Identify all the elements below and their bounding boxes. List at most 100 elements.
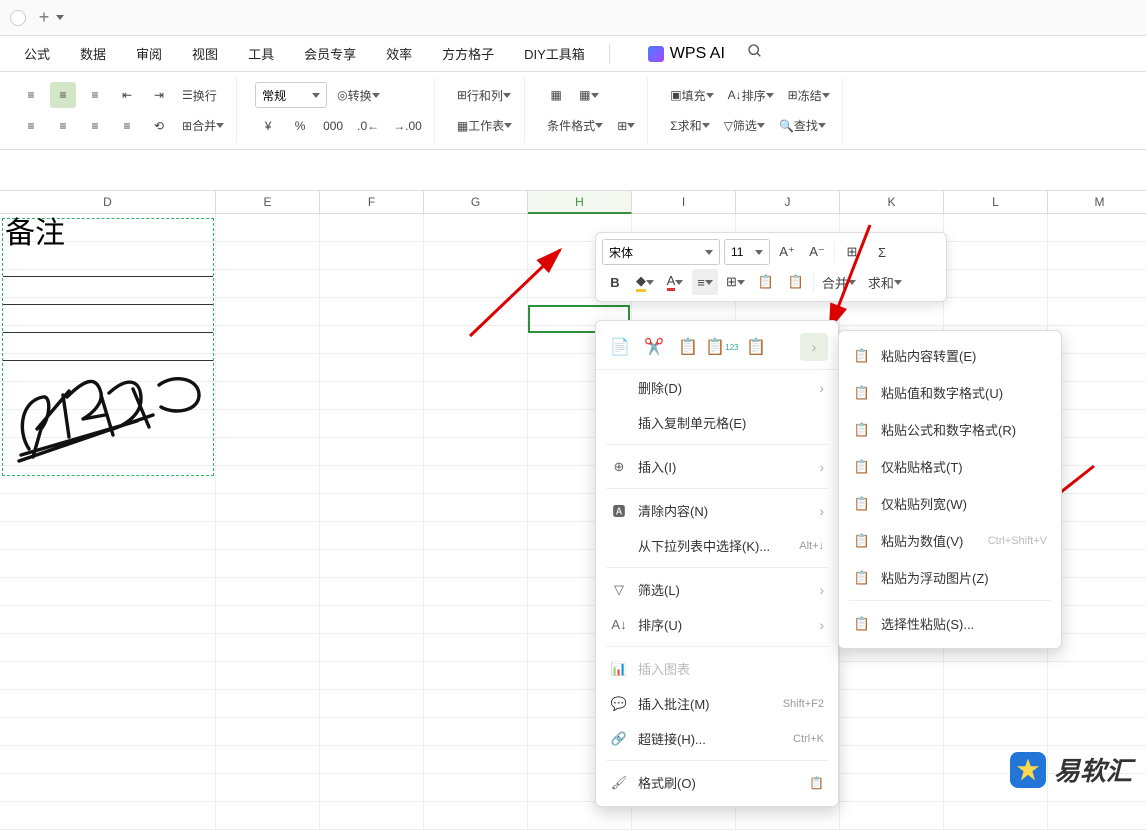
borders-button[interactable]: ⊞ <box>613 113 639 139</box>
table-styles[interactable]: ▦ <box>543 82 569 108</box>
mini-font-grow[interactable]: A⁺ <box>774 239 800 265</box>
watermark-text: 易软汇 <box>1054 751 1132 788</box>
column-headers: DEFGHIJKLM <box>0 190 1146 214</box>
ctx-cut-icon[interactable]: ✂️ <box>640 333 668 361</box>
sum-button[interactable]: Σ 求和 <box>666 113 713 139</box>
col-header-E[interactable]: E <box>216 190 320 214</box>
menu-review[interactable]: 审阅 <box>122 38 176 69</box>
mini-font-shrink[interactable]: A⁻ <box>804 239 830 265</box>
menu-efficiency[interactable]: 效率 <box>372 38 426 69</box>
worksheet-button[interactable]: ▦ 工作表 <box>453 113 516 139</box>
sub-colwidth[interactable]: 📋仅粘贴列宽(W) <box>839 485 1061 522</box>
wps-ai-button[interactable]: WPS AI <box>640 41 733 67</box>
number-format-select[interactable]: 常规 <box>255 82 327 108</box>
ctx-paste-icon[interactable]: 📋 <box>674 333 702 361</box>
add-tab-dropdown[interactable] <box>56 15 64 20</box>
sub-transpose[interactable]: 📋粘贴内容转置(E) <box>839 337 1061 374</box>
percent-button[interactable]: % <box>287 113 313 139</box>
menu-diy[interactable]: DIY工具箱 <box>510 38 599 69</box>
align-left[interactable]: ≡ <box>18 113 44 139</box>
align-just[interactable]: ≡ <box>114 113 140 139</box>
menu-tools[interactable]: 工具 <box>234 38 288 69</box>
ctx-paste-123-icon[interactable]: 📋123 <box>708 333 736 361</box>
ctx-delete[interactable]: 删除(D)› <box>596 370 838 405</box>
col-header-L[interactable]: L <box>944 190 1048 214</box>
thousand-button[interactable]: 000 <box>319 113 347 139</box>
fill-button[interactable]: ▣ 填充 <box>666 82 717 108</box>
rowcol-button[interactable]: ⊞ 行和列 <box>453 82 515 108</box>
mini-align[interactable]: ≡ <box>692 269 718 295</box>
ribbon: ≡ ≡ ≡ ⇤ ⇥ ☰ 换行 ≡ ≡ ≡ ≡ ⟲ ⊞ 合并 常规 ◎ 转换 ¥ … <box>0 72 1146 150</box>
table-styles-2[interactable]: ▦ <box>575 82 602 108</box>
mini-paste-1[interactable]: 📋 <box>753 269 779 295</box>
ctx-paste-expand[interactable]: › <box>800 333 828 361</box>
mini-border[interactable]: ⊞ <box>722 269 749 295</box>
orientation[interactable]: ⟲ <box>146 113 172 139</box>
col-header-D[interactable]: D <box>0 190 216 214</box>
sub-as-pic[interactable]: 📋粘贴为浮动图片(Z) <box>839 559 1061 596</box>
ctx-insert-copy[interactable]: 插入复制单元格(E) <box>596 405 838 440</box>
sub-format-only[interactable]: 📋仅粘贴格式(T) <box>839 448 1061 485</box>
mini-bold[interactable]: B <box>602 269 628 295</box>
indent-inc[interactable]: ⇥ <box>146 82 172 108</box>
align-center[interactable]: ≡ <box>50 113 76 139</box>
menu-view[interactable]: 视图 <box>178 38 232 69</box>
filter-button[interactable]: ▽ 筛选 <box>720 113 769 139</box>
merge-button[interactable]: ⊞ 合并 <box>178 113 228 139</box>
cell-note-title: 备注 <box>3 219 213 249</box>
menu-ffgz[interactable]: 方方格子 <box>428 38 508 69</box>
col-header-K[interactable]: K <box>840 190 944 214</box>
ctx-insert[interactable]: ⊕插入(I)› <box>596 449 838 484</box>
align-middle[interactable]: ≡ <box>50 82 76 108</box>
col-header-M[interactable]: M <box>1048 190 1146 214</box>
ctx-paste-fmt-icon[interactable]: 📋 <box>742 333 770 361</box>
col-header-H[interactable]: H <box>528 190 632 214</box>
ctx-insert-note[interactable]: 💬插入批注(M)Shift+F2 <box>596 686 838 721</box>
mini-sum-icon[interactable]: Σ <box>869 239 895 265</box>
sub-special[interactable]: 📋选择性粘贴(S)... <box>839 605 1061 642</box>
watermark-icon <box>1010 752 1046 788</box>
align-bottom[interactable]: ≡ <box>82 82 108 108</box>
mini-sum-label[interactable]: 求和 <box>864 269 906 295</box>
align-right[interactable]: ≡ <box>82 113 108 139</box>
cond-format-button[interactable]: 条件格式 <box>543 113 607 139</box>
freeze-button[interactable]: ⊞ 冻结 <box>784 82 834 108</box>
indent-dec[interactable]: ⇤ <box>114 82 140 108</box>
sort-button[interactable]: A↓ 排序 <box>724 82 778 108</box>
mini-font-color[interactable]: A <box>662 269 688 295</box>
menu-member[interactable]: 会员专享 <box>290 38 370 69</box>
ctx-sort[interactable]: A↓排序(U)› <box>596 607 838 642</box>
currency-button[interactable]: ¥ <box>255 113 281 139</box>
mini-fill-color[interactable]: ◆ <box>632 269 658 295</box>
convert-button[interactable]: ◎ 转换 <box>333 82 384 108</box>
ctx-from-list[interactable]: 从下拉列表中选择(K)...Alt+↓ <box>596 528 838 563</box>
find-button[interactable]: 🔍 查找 <box>775 113 830 139</box>
mini-merge-icon[interactable]: ⊞ <box>839 239 865 265</box>
add-tab-button[interactable]: + <box>36 10 52 26</box>
wrap-button[interactable]: ☰ 换行 <box>178 82 221 108</box>
dec-dec-button[interactable]: →.00 <box>389 113 426 139</box>
ctx-filter[interactable]: ▽筛选(L)› <box>596 572 838 607</box>
ctx-clear[interactable]: 🅰清除内容(N)› <box>596 493 838 528</box>
mini-paste-2[interactable]: 📋 <box>783 269 809 295</box>
mini-size-select[interactable]: 11 <box>724 239 770 265</box>
menu-formula[interactable]: 公式 <box>10 38 64 69</box>
mini-font-select[interactable]: 宋体 <box>602 239 720 265</box>
col-header-J[interactable]: J <box>736 190 840 214</box>
menu-data[interactable]: 数据 <box>66 38 120 69</box>
tab-dot[interactable] <box>10 10 26 26</box>
col-header-F[interactable]: F <box>320 190 424 214</box>
ctx-format-painter[interactable]: 🖌格式刷(O)📋 <box>596 765 838 800</box>
align-top[interactable]: ≡ <box>18 82 44 108</box>
dec-inc-button[interactable]: .0← <box>353 113 383 139</box>
ctx-hyperlink[interactable]: 🔗超链接(H)...Ctrl+K <box>596 721 838 756</box>
sub-val-numfmt[interactable]: 📋粘贴值和数字格式(U) <box>839 374 1061 411</box>
sub-as-value[interactable]: 📋粘贴为数值(V)Ctrl+Shift+V <box>839 522 1061 559</box>
col-header-I[interactable]: I <box>632 190 736 214</box>
search-button[interactable] <box>743 39 767 68</box>
col-header-G[interactable]: G <box>424 190 528 214</box>
mini-merge-label[interactable]: 合并 <box>818 269 860 295</box>
ctx-copy-icon[interactable]: 📄 <box>606 333 634 361</box>
watermark: 易软汇 <box>1010 751 1132 788</box>
sub-formula-numfmt[interactable]: 📋粘贴公式和数字格式(R) <box>839 411 1061 448</box>
